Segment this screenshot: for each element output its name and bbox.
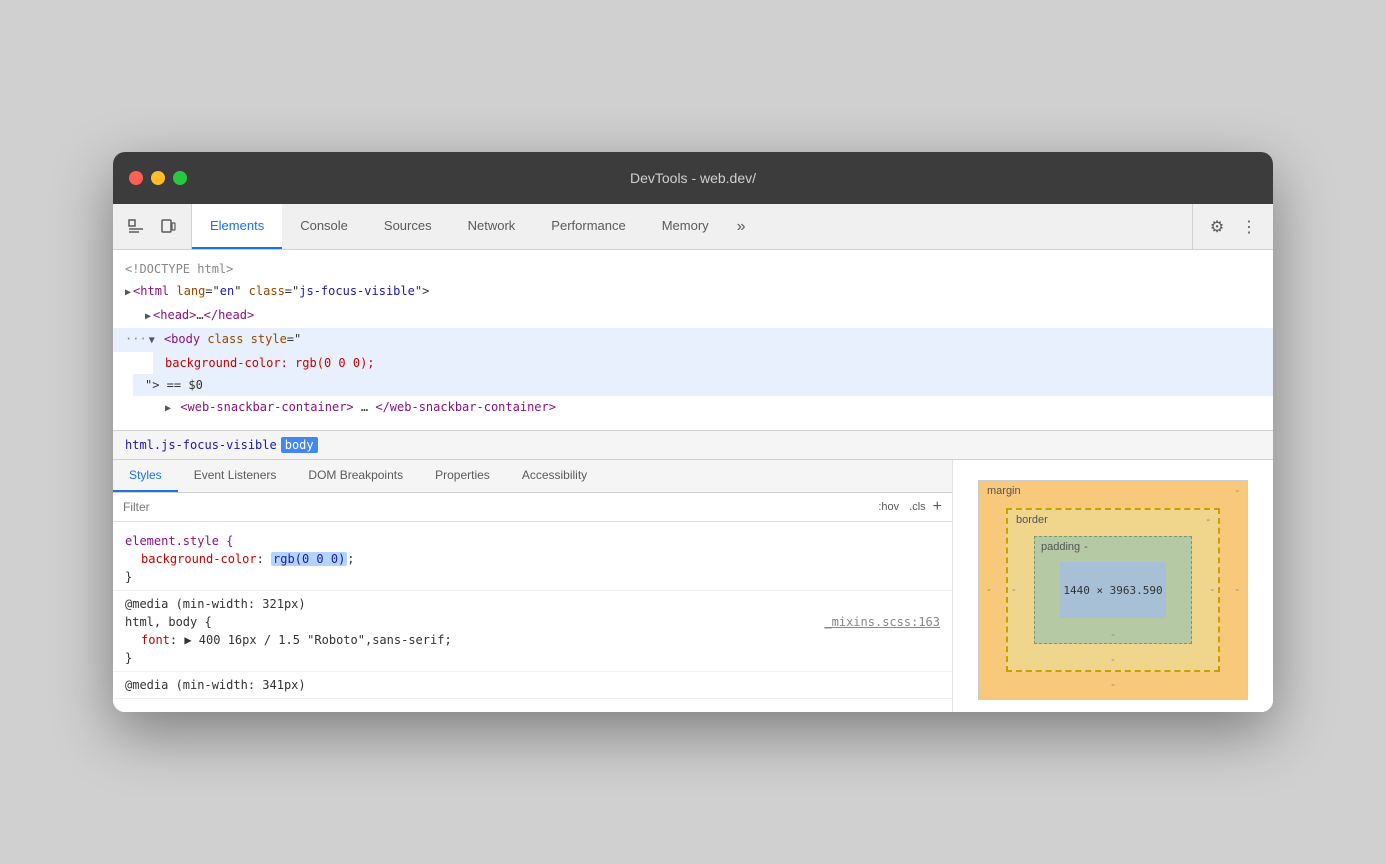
- filter-bar: :hov .cls +: [113, 493, 952, 522]
- tab-performance[interactable]: Performance: [533, 204, 643, 249]
- tab-memory[interactable]: Memory: [644, 204, 727, 249]
- css-property-font[interactable]: font: ▶ 400 16px / 1.5 "Roboto",sans-ser…: [125, 631, 940, 649]
- bm-border-bottom: -: [1111, 654, 1115, 666]
- tabs-bar: Elements Console Sources Network Perform…: [192, 204, 1192, 249]
- bm-padding-bottom: -: [1111, 629, 1115, 641]
- css-media-selector: html, body { _mixins.scss:163: [125, 613, 940, 631]
- styles-section: Styles Event Listeners DOM Breakpoints P…: [113, 460, 953, 712]
- bm-padding-label: padding: [1041, 541, 1080, 553]
- box-model: margin - - - - border - - - -: [978, 480, 1248, 700]
- elements-panel: <!DOCTYPE html> ▶<html lang="en" class="…: [113, 250, 1273, 430]
- css-rules: element.style { background-color: rgb(0 …: [113, 522, 952, 705]
- settings-icon[interactable]: ⚙: [1205, 215, 1229, 239]
- dom-html[interactable]: ▶<html lang="en" class="js-focus-visible…: [113, 280, 1273, 304]
- css-source-link[interactable]: _mixins.scss:163: [824, 613, 940, 631]
- bm-margin-bottom: -: [1111, 679, 1115, 691]
- dom-body-close: "> == $0: [133, 374, 1273, 396]
- dom-body-bg: background-color: rgb(0 0 0);: [153, 352, 1273, 374]
- dom-snackbar[interactable]: ▶ <web-snackbar-container> … </web-snack…: [153, 396, 1273, 420]
- sub-tabs: Styles Event Listeners DOM Breakpoints P…: [113, 460, 952, 493]
- toolbar-right: ⚙ ⋮: [1192, 204, 1273, 249]
- breadcrumb-html[interactable]: html.js-focus-visible: [125, 438, 277, 452]
- tab-sources[interactable]: Sources: [366, 204, 450, 249]
- tab-network[interactable]: Network: [450, 204, 534, 249]
- dom-doctype: <!DOCTYPE html>: [113, 258, 1273, 280]
- device-toggle-icon[interactable]: [157, 216, 179, 238]
- bm-content-size: 1440 × 3963.590: [1063, 584, 1162, 597]
- sub-tab-properties[interactable]: Properties: [419, 460, 506, 492]
- filter-input[interactable]: [123, 500, 867, 514]
- more-tabs-button[interactable]: »: [727, 204, 756, 249]
- css-rule-close: }: [125, 568, 940, 586]
- devtools-panel: Elements Console Sources Network Perform…: [113, 204, 1273, 712]
- toolbar-icons: [113, 204, 192, 249]
- tab-console[interactable]: Console: [282, 204, 366, 249]
- sub-tab-accessibility[interactable]: Accessibility: [506, 460, 603, 492]
- css-property-bg-color[interactable]: background-color: rgb(0 0 0);: [125, 550, 940, 568]
- bm-margin-right: -: [1235, 584, 1239, 596]
- sub-tab-dom-breakpoints[interactable]: DOM Breakpoints: [292, 460, 419, 492]
- bm-border-label: border: [1016, 514, 1048, 526]
- add-style-button[interactable]: +: [933, 499, 942, 515]
- bm-content: 1440 × 3963.590: [1060, 562, 1166, 618]
- breadcrumb-body[interactable]: body: [281, 437, 318, 453]
- sub-tab-styles[interactable]: Styles: [113, 460, 178, 492]
- hov-button[interactable]: :hov: [875, 500, 902, 514]
- bm-padding-value: -: [1084, 541, 1088, 553]
- filter-buttons: :hov .cls +: [875, 499, 942, 515]
- css-rule-media: @media (min-width: 321px) html, body { _…: [113, 591, 952, 672]
- traffic-lights: [129, 171, 187, 185]
- bm-border-right: -: [1210, 584, 1214, 596]
- maximize-button[interactable]: [173, 171, 187, 185]
- css-selector-line: element.style {: [125, 532, 940, 550]
- bm-margin-left: -: [987, 584, 991, 596]
- minimize-button[interactable]: [151, 171, 165, 185]
- dom-head[interactable]: ▶<head>…</head>: [133, 304, 1273, 328]
- titlebar: DevTools - web.dev/: [113, 152, 1273, 204]
- more-options-icon[interactable]: ⋮: [1237, 215, 1261, 239]
- tab-elements[interactable]: Elements: [192, 204, 282, 249]
- breadcrumb-bar: html.js-focus-visible body: [113, 430, 1273, 460]
- cls-button[interactable]: .cls: [906, 500, 929, 514]
- inspector-icon[interactable]: [125, 216, 147, 238]
- devtools-window: DevTools - web.dev/: [113, 152, 1273, 712]
- top-toolbar: Elements Console Sources Network Perform…: [113, 204, 1273, 250]
- css-rule-partial: @media (min-width: 341px): [113, 672, 952, 699]
- sub-tab-event-listeners[interactable]: Event Listeners: [178, 460, 293, 492]
- bm-border-value: -: [1206, 514, 1210, 526]
- css-rule-element-style: element.style { background-color: rgb(0 …: [113, 528, 952, 591]
- dom-body[interactable]: ···▼ <body class style=": [113, 328, 1273, 352]
- bm-border-left: -: [1012, 584, 1016, 596]
- window-title: DevTools - web.dev/: [630, 170, 756, 186]
- bottom-panel: Styles Event Listeners DOM Breakpoints P…: [113, 460, 1273, 712]
- close-button[interactable]: [129, 171, 143, 185]
- bm-margin-label: margin: [987, 485, 1021, 497]
- css-media-close: }: [125, 649, 940, 667]
- box-model-section: margin - - - - border - - - -: [953, 460, 1273, 712]
- bm-margin-value: -: [1235, 485, 1239, 497]
- css-media-query: @media (min-width: 321px): [125, 595, 940, 613]
